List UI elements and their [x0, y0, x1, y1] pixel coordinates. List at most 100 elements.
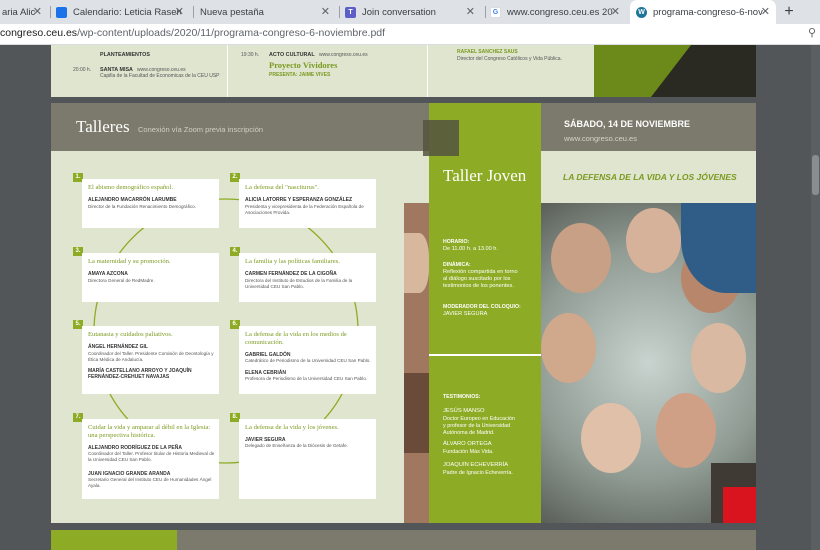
prev-time: 19:30 h. — [241, 52, 260, 58]
prev-cultural-label: ACTO CULTURAL — [269, 52, 315, 58]
taller-title: La maternidad y su promoción. — [88, 258, 171, 265]
close-tab-icon[interactable]: ✕ — [175, 5, 184, 18]
taller-speaker-desc: Director de la Fundación Renacimiento De… — [88, 204, 197, 209]
tab-separator — [50, 6, 51, 18]
scrollbar-thumb[interactable] — [812, 155, 819, 195]
taller-speaker-desc: Directora del Instituto de Estudios de l… — [245, 278, 353, 289]
url-host: congreso.ceu.es — [0, 27, 78, 39]
divider — [427, 45, 428, 97]
taller-speaker: ÁNGEL HERNÁNDEZ GIL — [88, 344, 148, 350]
prev-presenter: PRESENTA: JAIME VIVES — [269, 72, 331, 78]
tab-bar: aria Alic ✕ Calendario: Leticia Rasero V… — [0, 0, 820, 24]
tab-separator — [485, 6, 486, 18]
testimonio-name: ÁLVARO ORTEGA — [443, 441, 492, 447]
prev-cultural-title: Proyecto Vividores — [269, 60, 338, 70]
taller-card-3: La maternidad y su promoción. AMAYA AZCO… — [82, 253, 219, 302]
group-photo-left — [404, 203, 429, 523]
testimonio-desc: Doctor Europeo en Educación — [443, 416, 515, 422]
taller-title: El abismo demográfico español. — [88, 184, 173, 191]
prev-url: www.congreso.ceu.es — [319, 52, 368, 58]
wordpress-icon: W — [636, 6, 647, 18]
tab-label: programa-congreso-6-novien — [653, 6, 763, 18]
testimonio-name: JESÚS MANSO — [443, 408, 485, 414]
green-block — [594, 45, 651, 97]
horario-label: HORARIO: — [443, 239, 470, 245]
url-path: /wp-content/uploads/2020/11/programa-con… — [77, 27, 386, 39]
dinamica-line: Reflexión compartida en torno — [443, 269, 518, 275]
taller-speaker-desc: Profesora de Periodismo de la Universida… — [245, 376, 368, 381]
address-bar[interactable]: congreso.ceu.es/wp-content/uploads/2020/… — [0, 24, 820, 45]
tab-0[interactable]: aria Alic ✕ — [0, 0, 46, 24]
taller-speaker-desc: Presidenta y vicepresidenta de la Federa… — [245, 204, 364, 215]
tab-label: Calendario: Leticia Rasero Vi — [73, 6, 181, 18]
taller-title: La defensa del "nasciturus". — [245, 184, 319, 191]
taller-speaker: ALEJANDRO MACARRÓN LARUMBE — [88, 197, 177, 203]
taller-joven-title: Taller Joven — [443, 166, 527, 185]
taller-speaker: AMAYA AZCONA — [88, 271, 128, 277]
taller-card-5: Eutanasia y cuidados paliativos. ÁNGEL H… — [82, 326, 219, 394]
dark-photo-block — [651, 45, 756, 97]
horario-value: De 11.00 h. a 13.00 h. — [443, 246, 498, 252]
prev-director-name: RAFAEL SANCHEZ SAUS — [457, 49, 518, 55]
teams-icon: T — [345, 6, 356, 18]
taller-speaker: CARMEN FERNÁNDEZ DE LA CIGOÑA — [245, 271, 337, 277]
testimonio-name: JOAQUÍN ECHEVERRÍA — [443, 462, 509, 468]
taller-title: La defensa de la vida en los medios de c… — [245, 331, 347, 346]
taller-title: Eutanasia y cuidados paliativos. — [88, 331, 173, 338]
tab-separator — [339, 6, 340, 18]
tab-4[interactable]: G www.congreso.ceu.es 2020 n ✕ — [490, 0, 626, 24]
new-tab-button[interactable]: + — [780, 2, 798, 22]
tab-3[interactable]: T Join conversation ✕ — [345, 0, 481, 24]
taller-speaker-desc: Coordinador del Taller. Profesor titular… — [88, 451, 215, 462]
close-tab-icon[interactable]: ✕ — [611, 5, 620, 18]
taller-title: La familia y las políticas familiares. — [245, 258, 340, 265]
green-block — [51, 530, 177, 550]
pdf-page-next — [51, 530, 756, 550]
header-url: www.congreso.ceu.es — [564, 134, 637, 143]
prev-director-role: Director del Congreso Católicos y Vida P… — [457, 56, 562, 62]
prev-heading: PLANTEAMIENTOS — [100, 52, 150, 58]
testimonios-label: TESTIMONIOS: — [443, 394, 481, 400]
close-tab-icon[interactable]: ✕ — [33, 5, 42, 18]
close-tab-icon[interactable]: ✕ — [321, 5, 330, 18]
zoom-icon[interactable]: ⚲ — [808, 26, 816, 39]
talleres-subtitle: Conexión vía Zoom previa inscripción — [138, 125, 264, 134]
tab-label: www.congreso.ceu.es 2020 n — [507, 6, 613, 18]
taller-joven-theme: LA DEFENSA DE LA VIDA Y LOS JÓVENES — [563, 172, 737, 182]
taller-card-2: La defensa del "nasciturus". ALICIA LATO… — [239, 179, 376, 228]
taller-speaker-desc: Directora General de RedMadre. — [88, 278, 155, 283]
tab-label: aria Alic — [2, 6, 36, 18]
tab-label: Nueva pestaña — [200, 6, 264, 18]
scrollbar[interactable] — [811, 45, 820, 550]
moderador-name: JAVIER SEGURA — [443, 311, 488, 317]
dinamica-line: al diálogo suscitado por los — [443, 276, 511, 282]
pdf-page-previous: PLANTEAMIENTOS 20:00 h. SANTA MISA www.c… — [51, 45, 756, 97]
url-text[interactable]: congreso.ceu.es/wp-content/uploads/2020/… — [0, 27, 385, 39]
testimonio-desc: y profesor de la Universidad — [443, 423, 511, 429]
close-tab-icon[interactable]: ✕ — [761, 5, 770, 18]
calendar-icon — [56, 6, 67, 18]
taller-speaker-desc: Secretario General del Instituto CEU de … — [88, 477, 212, 488]
tab-1[interactable]: Calendario: Leticia Rasero Vi ✕ — [56, 0, 190, 24]
google-icon: G — [490, 6, 501, 18]
taller-card-6: La defensa de la vida en los medios de c… — [239, 326, 376, 394]
taller-speaker: ALICIA LATORRE Y ESPERANZA GONZÁLEZ — [245, 197, 353, 203]
taller-title: La defensa de la vida y los jóvenes. — [245, 424, 339, 431]
taller-card-1: El abismo demográfico español. ALEJANDRO… — [82, 179, 219, 228]
close-tab-icon[interactable]: ✕ — [466, 5, 475, 18]
dinamica-line: testimonios de los ponentes. — [443, 283, 514, 289]
testimonio-desc: Fundación Más Vida. — [443, 449, 494, 455]
date-label: SÁBADO, 14 DE NOVIEMBRE — [564, 119, 691, 129]
taller-speaker-desc: Catedrático de Periodismo de la Universi… — [245, 358, 371, 363]
tab-2[interactable]: Nueva pestaña ✕ — [200, 0, 336, 24]
dark-square-decoration — [423, 120, 459, 156]
divider-line — [429, 354, 541, 356]
taller-speaker-desc: Delegado de Enseñanza de la Diócesis de … — [245, 443, 348, 448]
dinamica-label: DINÁMICA: — [443, 262, 471, 268]
tab-label: Join conversation — [362, 6, 436, 18]
taller-speaker-desc: Coordinador del Taller. Presidente Comis… — [88, 351, 214, 362]
taller-speaker: MARÍA CASTELLANO ARROYO Y JOAQUÍN FERNÁN… — [88, 368, 192, 380]
tab-separator — [193, 6, 194, 18]
tab-5-active[interactable]: W programa-congreso-6-novien ✕ — [630, 0, 776, 24]
taller-card-7: Cuidar la vida y amparar al débil en la … — [82, 419, 219, 499]
